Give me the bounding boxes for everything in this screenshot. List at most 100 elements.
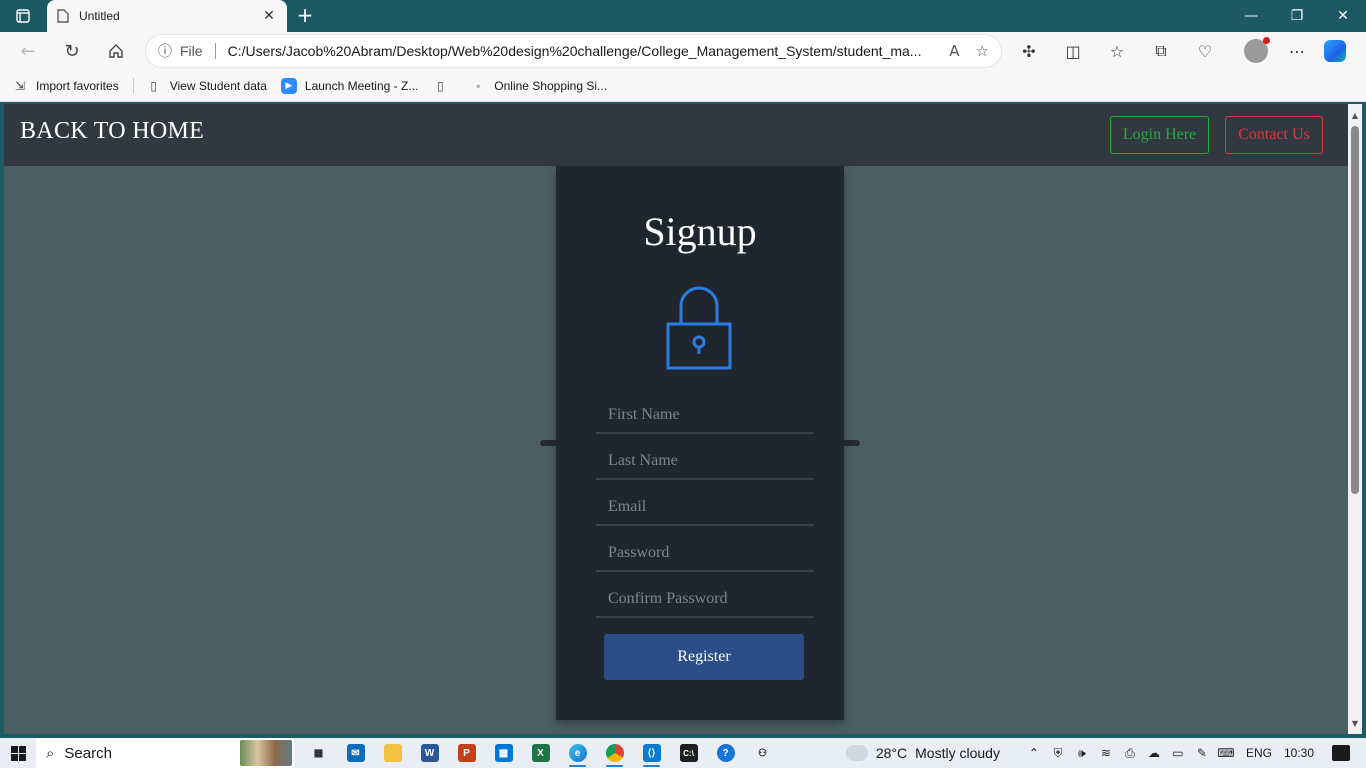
tab-actions-button[interactable] (0, 0, 46, 32)
register-button[interactable]: Register (604, 634, 804, 680)
taskbar-mail[interactable]: ✉ (337, 738, 374, 768)
favorite-star-icon[interactable]: ☆ (976, 42, 989, 60)
page-scrollbar[interactable]: ▲ ▼ (1348, 104, 1362, 734)
split-screen-icon[interactable]: ◫ (1056, 35, 1090, 67)
close-window-button[interactable]: ✕ (1320, 0, 1366, 32)
favorite-label: View Student data (169, 78, 267, 93)
notification-center-icon[interactable] (1332, 745, 1350, 761)
system-clock[interactable]: 10:30 (1284, 746, 1314, 760)
taskbar-vscode[interactable]: ⟨⟩ (633, 738, 670, 768)
taskbar-people[interactable]: ⚇ (744, 738, 781, 768)
first-name-field (596, 398, 814, 434)
address-separator (214, 43, 216, 59)
first-name-input[interactable] (596, 398, 814, 432)
taskbar-powerpoint[interactable]: P (448, 738, 485, 768)
battery-icon[interactable]: ▭ (1166, 738, 1190, 768)
tab-close-icon[interactable]: ✕ (261, 8, 277, 24)
password-field (596, 536, 814, 572)
last-name-input[interactable] (596, 444, 814, 478)
lock-icon (666, 286, 732, 370)
task-view-icon: ▦ (313, 747, 324, 759)
email-field (596, 490, 814, 526)
start-button[interactable] (0, 738, 36, 768)
restore-button[interactable]: ❐ (1274, 0, 1320, 32)
taskbar-word[interactable]: W (411, 738, 448, 768)
login-button[interactable]: Login Here (1110, 116, 1209, 154)
browser-tab-active[interactable]: Untitled ✕ (47, 0, 287, 32)
folder-icon (383, 744, 402, 762)
refresh-button[interactable]: ↻ (56, 35, 88, 67)
system-tray: 28°C Mostly cloudy ⌃ ⛨ 🕪 ≋ ⎙ ☁ ▭ ✎ ⌨ ENG… (841, 738, 1366, 768)
home-button[interactable] (100, 35, 132, 67)
favorite-view-student-data[interactable]: ▯ View Student data (146, 78, 267, 94)
back-button[interactable]: ← (12, 35, 44, 67)
home-icon (109, 44, 123, 58)
favorite-blank-page[interactable]: ▯ (432, 78, 456, 94)
collections-icon[interactable]: ⧉ (1144, 35, 1178, 67)
excel-icon: X (531, 744, 550, 762)
show-hidden-icons-chevron-icon[interactable]: ⌃ (1022, 738, 1046, 768)
taskbar-apps: ▦ ✉ W P ▦ X e ⟨⟩ C:\ ? ⚇ (300, 738, 781, 768)
favorite-import[interactable]: ⇲ Import favorites (12, 78, 119, 94)
window-controls: — ❐ ✕ (1228, 0, 1366, 32)
profile-avatar[interactable] (1244, 37, 1270, 63)
search-label: Search (64, 744, 112, 762)
taskbar-chrome[interactable] (596, 738, 633, 768)
taskbar-search[interactable]: ⌕ Search (36, 738, 294, 768)
favorite-label: Online Shopping Si... (494, 78, 608, 93)
language-indicator[interactable]: ENG (1246, 746, 1272, 760)
meet-now-icon[interactable]: ⎙ (1118, 738, 1142, 768)
people-icon: ⚇ (758, 747, 767, 759)
taskbar-excel[interactable]: X (522, 738, 559, 768)
contact-button[interactable]: Contact Us (1225, 116, 1323, 154)
wifi-icon[interactable]: ≋ (1094, 738, 1118, 768)
taskbar-store[interactable]: ▦ (485, 738, 522, 768)
favorite-online-shopping[interactable]: ◦ Online Shopping Si... (470, 78, 607, 94)
weather-widget[interactable]: 28°C Mostly cloudy (841, 741, 1008, 761)
browser-titlebar: Untitled ✕ + — ❐ ✕ (0, 0, 1366, 32)
confirm-password-input[interactable] (596, 582, 814, 616)
edge-icon: e (568, 744, 587, 762)
vscode-icon: ⟨⟩ (642, 744, 661, 762)
email-input[interactable] (596, 490, 814, 524)
import-favorites-icon: ⇲ (14, 78, 26, 93)
more-menu-icon[interactable]: ⋯ (1280, 35, 1314, 67)
weather-description: Mostly cloudy (915, 745, 1000, 761)
address-url[interactable]: C:/Users/Jacob%20Abram/Desktop/Web%20des… (228, 43, 934, 59)
keyboard-icon[interactable]: ⌨ (1214, 738, 1238, 768)
security-shield-icon[interactable]: ⛨ (1046, 738, 1070, 768)
read-aloud-icon[interactable]: A (949, 42, 959, 60)
scroll-down-arrow-icon[interactable]: ▼ (1348, 716, 1362, 730)
address-bar[interactable]: ⓘ File C:/Users/Jacob%20Abram/Desktop/We… (146, 35, 1001, 67)
scroll-thumb[interactable] (1351, 126, 1359, 494)
extensions-icon[interactable]: ✣ (1012, 35, 1046, 67)
scroll-up-arrow-icon[interactable]: ▲ (1348, 108, 1362, 122)
onedrive-icon[interactable]: ☁ (1142, 738, 1166, 768)
new-tab-button[interactable]: + (292, 4, 318, 28)
taskbar-terminal[interactable]: C:\ (670, 738, 707, 768)
favorite-launch-meeting[interactable]: ▶ Launch Meeting - Z... (280, 77, 418, 94)
pen-icon[interactable]: ✎ (1190, 738, 1214, 768)
signup-card: Signup Register (556, 166, 844, 720)
back-to-home-link[interactable]: BACK TO HOME (20, 118, 204, 145)
mail-icon: ✉ (346, 744, 365, 762)
password-input[interactable] (596, 536, 814, 570)
minimize-button[interactable]: — (1228, 0, 1274, 32)
last-name-field (596, 444, 814, 480)
confirm-password-field (596, 582, 814, 618)
address-protocol: File (180, 43, 203, 59)
tab-title: Untitled (79, 9, 120, 23)
page-icon: ▯ (150, 78, 157, 93)
performance-icon[interactable]: ♡ (1188, 35, 1222, 67)
tab-actions-icon (16, 9, 30, 23)
zoom-icon: ▶ (280, 77, 297, 94)
page-icon (57, 9, 69, 23)
taskbar-help[interactable]: ? (707, 738, 744, 768)
info-icon[interactable]: ⓘ (158, 41, 172, 61)
taskbar-edge[interactable]: e (559, 738, 596, 768)
favorites-icon[interactable]: ☆ (1100, 35, 1134, 67)
task-view-button[interactable]: ▦ (300, 738, 337, 768)
copilot-icon[interactable] (1324, 40, 1346, 62)
taskbar-file-explorer[interactable] (374, 738, 411, 768)
volume-icon[interactable]: 🕪 (1070, 738, 1094, 768)
